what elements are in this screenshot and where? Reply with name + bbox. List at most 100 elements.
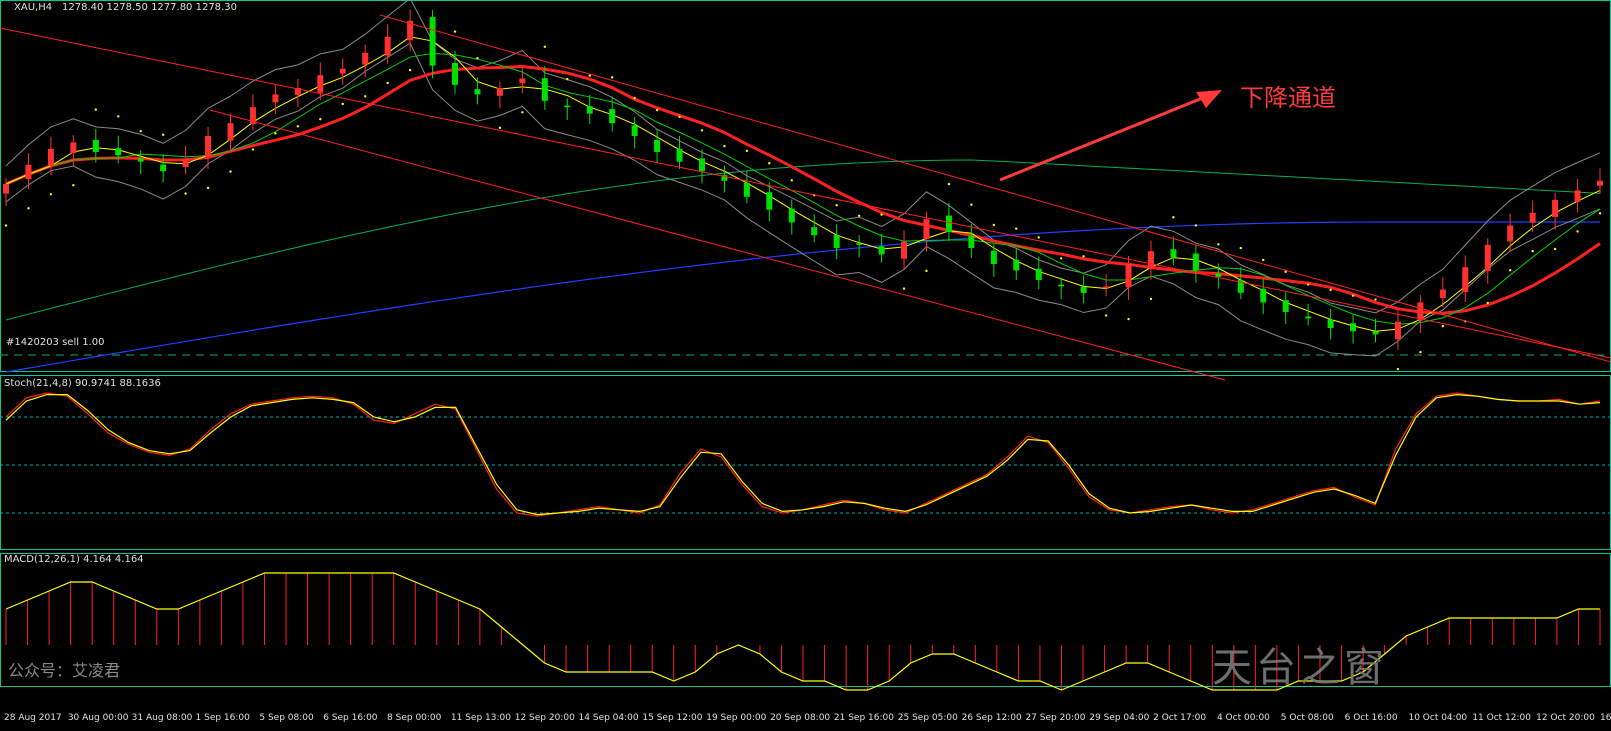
candle-body bbox=[923, 219, 930, 239]
sar-dot bbox=[1172, 216, 1175, 219]
x-tick-label: 12 Sep 20:00 bbox=[515, 713, 575, 723]
candle-body bbox=[1372, 331, 1379, 335]
candle-body bbox=[811, 227, 818, 236]
chart-canvas: 28 Aug 2017 30 Aug 00:00 31 Aug 08:00 1 Sep… bbox=[0, 0, 1611, 723]
candle-body bbox=[1282, 300, 1289, 312]
sar-dot bbox=[1037, 236, 1040, 239]
candle-body bbox=[1507, 225, 1514, 242]
candle-body bbox=[1170, 249, 1177, 258]
sar-dot bbox=[1396, 367, 1400, 371]
candle-body bbox=[833, 234, 840, 248]
candle-body bbox=[1327, 319, 1334, 328]
candle-body bbox=[272, 94, 279, 103]
candle-body bbox=[990, 250, 997, 264]
candle-body bbox=[1260, 288, 1267, 303]
x-tick-label: 5 Sep 08:00 bbox=[259, 713, 314, 723]
sar-dot bbox=[1149, 297, 1153, 301]
candle-body bbox=[452, 63, 459, 85]
sar-dot bbox=[633, 96, 636, 100]
candle-body bbox=[362, 52, 369, 65]
x-tick-label: 6 Oct 16:00 bbox=[1345, 713, 1398, 723]
sar-dot bbox=[1059, 257, 1063, 260]
sar-dot bbox=[229, 170, 232, 173]
sar-dot bbox=[498, 126, 502, 130]
ma-mid-line bbox=[5, 52, 1601, 325]
sar-dot bbox=[1217, 243, 1220, 246]
candle-body bbox=[47, 148, 54, 167]
x-tick-label: 21 Sep 16:00 bbox=[834, 713, 894, 723]
x-tick-label: 29 Sep 04:00 bbox=[1089, 713, 1149, 723]
sar-dot bbox=[902, 287, 906, 290]
sar-dot bbox=[184, 192, 187, 195]
x-tick-label: 25 Sep 05:00 bbox=[898, 713, 958, 723]
sar-dot bbox=[655, 108, 659, 112]
x-tick-label: 8 Sep 00:00 bbox=[387, 713, 442, 723]
candle-body bbox=[788, 208, 795, 223]
x-tick-label: 16 bbox=[1600, 713, 1611, 723]
candle-body bbox=[182, 158, 189, 168]
candle-body bbox=[1305, 316, 1312, 319]
sar-dot bbox=[835, 203, 838, 207]
logo-watermark: 天台之窗 bbox=[1212, 645, 1388, 691]
descending-channel-annotation: 下降通道 bbox=[1240, 84, 1336, 112]
sar-dot bbox=[1576, 230, 1579, 233]
candle-body bbox=[1350, 323, 1357, 332]
candle-body bbox=[1125, 264, 1132, 288]
x-tick-label: 27 Sep 20:00 bbox=[1025, 713, 1085, 723]
ma-slow-line bbox=[5, 65, 1601, 315]
sar-dot bbox=[947, 182, 951, 186]
x-tick-label: 15 Sep 12:00 bbox=[642, 713, 702, 723]
candle-body bbox=[1147, 251, 1154, 269]
sar-dot bbox=[408, 68, 412, 72]
candle-body bbox=[698, 158, 705, 172]
sar-dot bbox=[768, 162, 771, 165]
candle-body bbox=[901, 241, 908, 259]
stoch-line-2 bbox=[5, 393, 1601, 516]
sar-dot bbox=[1351, 294, 1355, 297]
candle-body bbox=[1574, 190, 1581, 202]
sar-dot bbox=[521, 111, 524, 114]
candle-body bbox=[474, 89, 481, 95]
sar-dot bbox=[1015, 227, 1018, 230]
x-tick-label: 30 Aug 00:00 bbox=[68, 713, 129, 723]
sar-dot bbox=[117, 115, 120, 118]
candle-body bbox=[70, 142, 77, 154]
x-tick-label: 20 Sep 08:00 bbox=[770, 713, 830, 723]
sar-dot bbox=[1127, 317, 1130, 321]
candle-body bbox=[654, 139, 661, 152]
candle-body bbox=[1013, 259, 1020, 271]
candle-body bbox=[25, 164, 32, 180]
candle-body bbox=[945, 215, 952, 232]
sar-dot bbox=[251, 148, 255, 151]
sar-dot bbox=[566, 77, 569, 81]
sar-dot bbox=[476, 57, 479, 60]
candle-body bbox=[541, 78, 548, 101]
candle-body bbox=[1597, 180, 1603, 186]
sar-dot bbox=[745, 149, 749, 153]
candle-body bbox=[1192, 253, 1199, 271]
candle-body bbox=[1529, 212, 1536, 223]
sar-dot bbox=[296, 125, 300, 128]
sar-dot bbox=[1598, 212, 1602, 215]
candle-body bbox=[609, 109, 616, 124]
candle-body bbox=[205, 136, 212, 157]
candle-body bbox=[317, 75, 324, 93]
candle-body bbox=[856, 243, 863, 245]
x-tick-label: 11 Oct 12:00 bbox=[1472, 713, 1531, 723]
x-tick-label: 19 Sep 00:00 bbox=[706, 713, 766, 723]
bollinger-upper bbox=[5, 0, 1601, 314]
x-tick-label: 5 Oct 08:00 bbox=[1281, 713, 1334, 723]
sar-dot bbox=[1262, 258, 1265, 262]
x-tick-label: 28 Aug 2017 bbox=[4, 713, 62, 723]
sar-dot bbox=[319, 117, 322, 121]
sar-dot bbox=[1104, 314, 1108, 317]
sar-dot bbox=[880, 213, 883, 216]
candle-body bbox=[3, 184, 9, 194]
sar-dot bbox=[139, 129, 142, 133]
candle-body bbox=[1439, 289, 1446, 299]
x-tick-label: 14 Sep 04:00 bbox=[579, 713, 639, 723]
stoch-panel-border bbox=[0, 375, 1611, 550]
sar-dot bbox=[857, 214, 861, 217]
sar-dot bbox=[925, 269, 928, 273]
sar-dot bbox=[4, 224, 8, 227]
